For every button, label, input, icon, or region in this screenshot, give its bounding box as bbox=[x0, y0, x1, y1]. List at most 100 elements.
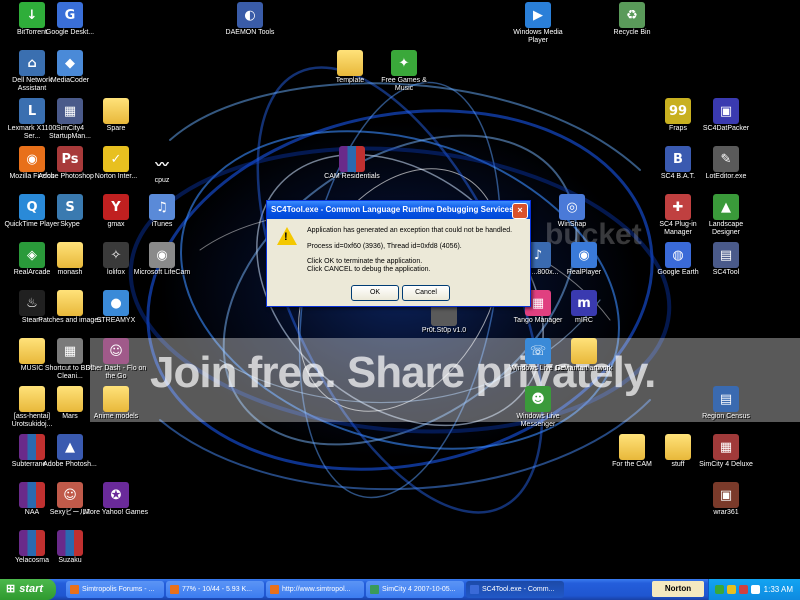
clock: 1:33 AM bbox=[763, 585, 793, 594]
desktop-icon-label: Deviantart artwork bbox=[555, 365, 613, 372]
desktop-icon[interactable]: Suzaku bbox=[38, 530, 102, 565]
desktop-icon[interactable]: ▦ SimCity 4 Deluxe bbox=[694, 434, 758, 469]
landscape-icon: ▲ bbox=[713, 194, 739, 220]
desktop-icon[interactable]: ● STREAMYX bbox=[84, 290, 148, 325]
folder-icon bbox=[665, 434, 691, 460]
taskbar-button[interactable]: 77% - 10/44 - 5.93 K... bbox=[166, 581, 264, 598]
desktop-icon-label: Windows Live Messenger bbox=[516, 413, 560, 428]
desktop-icon[interactable]: ✎ LotEditor.exe bbox=[694, 146, 758, 181]
desktop-icon-label: RealPlayer bbox=[566, 269, 602, 276]
desktop-icon-label: MediaCoder bbox=[50, 77, 90, 84]
taskbar-button[interactable]: SC4Tool.exe - Comm... bbox=[466, 581, 564, 598]
desktop-icon-label: Anime models bbox=[93, 413, 139, 420]
desktop-icon[interactable]: ▣ SC4DatPacker bbox=[694, 98, 758, 133]
sexy-icon: ☺ bbox=[57, 482, 83, 508]
start-label: start bbox=[19, 583, 44, 595]
system-tray: 1:33 AM bbox=[708, 579, 800, 600]
desktop-icon[interactable]: ♻ Recycle Bin bbox=[600, 2, 664, 37]
desktop-icon[interactable]: ✪ More Yahoo! Games bbox=[84, 482, 148, 517]
desktop-icon-label: SimCity 4 Deluxe bbox=[699, 461, 753, 468]
desktop-icon-label: cpuz bbox=[154, 177, 170, 184]
taskbar-button-label: 77% - 10/44 - 5.93 K... bbox=[182, 586, 253, 593]
close-icon[interactable]: × bbox=[512, 203, 528, 219]
tray-messenger-icon[interactable] bbox=[715, 585, 724, 594]
start-button[interactable]: ⊞ start bbox=[0, 579, 56, 600]
desktop-icon[interactable]: 〰 cpuz bbox=[130, 150, 194, 185]
folder-icon bbox=[103, 98, 129, 124]
desktop-icon[interactable]: m mIRC bbox=[552, 290, 616, 325]
ok-button[interactable]: OK bbox=[351, 285, 399, 301]
desktop-icon-label: Diner Dash - Flo on the Go bbox=[85, 365, 147, 380]
desktop-icon-label: Suzaku bbox=[58, 557, 82, 564]
folder-icon bbox=[103, 386, 129, 412]
region-census-icon: ▤ bbox=[713, 386, 739, 412]
dialog-titlebar[interactable]: SC4Tool.exe - Common Language Runtime De… bbox=[267, 201, 530, 219]
realplayer-icon: ◉ bbox=[571, 242, 597, 268]
desktop-icon[interactable]: ◎ WinSnap bbox=[540, 194, 604, 229]
desktop-icon-label: iTunes bbox=[151, 221, 173, 228]
tray-norton-icon[interactable] bbox=[727, 585, 736, 594]
cancel-button[interactable]: Cancel bbox=[402, 285, 450, 301]
desktop-icon-label: More Yahoo! Games bbox=[84, 509, 148, 516]
taskbar-button-label: http://www.simtropol... bbox=[282, 586, 351, 593]
dialog-ok-instruction: Click OK to terminate the application. bbox=[307, 258, 423, 265]
winrar-icon bbox=[57, 530, 83, 556]
desktop-icon[interactable]: Anime models bbox=[84, 386, 148, 421]
desktop-icon[interactable]: ▤ SC4Tool bbox=[694, 242, 758, 277]
google-earth-icon: ◍ bbox=[665, 242, 691, 268]
yahoo-games-icon: ✪ bbox=[103, 482, 129, 508]
desktop-icon[interactable]: ◆ MediaCoder bbox=[38, 50, 102, 85]
folder-icon bbox=[337, 50, 363, 76]
messenger-icon: ☻ bbox=[525, 386, 551, 412]
taskbar-app-icon bbox=[270, 584, 279, 594]
desktop-icon[interactable]: Spare bbox=[84, 98, 148, 133]
taskbar-button[interactable]: Simtropolis Forums - ... bbox=[66, 581, 164, 598]
desktop-icon[interactable]: CAM Residentials bbox=[320, 146, 384, 181]
desktop-icon-label: SC4DatPacker bbox=[702, 125, 750, 132]
media-player-icon: ▶ bbox=[525, 2, 551, 28]
desktop-icon[interactable]: Deviantart artwork bbox=[552, 338, 616, 373]
mirc-icon: m bbox=[571, 290, 597, 316]
gift-icon: ✦ bbox=[391, 50, 417, 76]
taskbar-button[interactable]: SimCity 4 2007-10-05... bbox=[366, 581, 464, 598]
sc4datpacker-icon: ▣ bbox=[713, 98, 739, 124]
desktop-icon[interactable]: ♫ iTunes bbox=[130, 194, 194, 229]
desktop-icon[interactable]: ▤ Region Census bbox=[694, 386, 758, 421]
desktop-icon[interactable]: ▣ wrar361 bbox=[694, 482, 758, 517]
norton-icon: ✓ bbox=[103, 146, 129, 172]
diner-dash-icon: ☺ bbox=[103, 338, 129, 364]
tray-volume-icon[interactable] bbox=[751, 585, 760, 594]
sc4bat-icon: B bbox=[665, 146, 691, 172]
desktop-icon[interactable]: ▶ Windows Media Player bbox=[506, 2, 570, 45]
desktop-icon[interactable]: ◉ Microsoft LifeCam bbox=[130, 242, 194, 277]
desktop-icon[interactable]: G Google Deskt... bbox=[38, 2, 102, 37]
norton-button[interactable]: Norton bbox=[652, 581, 704, 597]
error-dialog: SC4Tool.exe - Common Language Runtime De… bbox=[266, 200, 531, 307]
desktop-icon-label: Pr0t.St0p v1.0 bbox=[421, 327, 467, 334]
desktop-icon[interactable]: ◉ RealPlayer bbox=[552, 242, 616, 277]
warning-mark: ! bbox=[284, 231, 288, 243]
desktop-icon[interactable]: ☺ Diner Dash - Flo on the Go bbox=[84, 338, 148, 381]
cpuz-icon: 〰 bbox=[149, 150, 175, 176]
desktop-icon-label: CAM Residentials bbox=[324, 173, 380, 180]
loteditor-icon: ✎ bbox=[713, 146, 739, 172]
desktop-icon-label: Landscape Designer bbox=[708, 221, 744, 236]
desktop-icon-label: WinSnap bbox=[557, 221, 587, 228]
windows-flag-icon: ⊞ bbox=[6, 583, 16, 595]
desktop-icon-label: Windows Media Player bbox=[513, 29, 563, 44]
mediacoder-icon: ◆ bbox=[57, 50, 83, 76]
folder-icon bbox=[57, 242, 83, 268]
simcity-icon: ▦ bbox=[57, 98, 83, 124]
taskbar-button-label: Simtropolis Forums - ... bbox=[82, 586, 155, 593]
plugin-manager-icon: ✚ bbox=[665, 194, 691, 220]
desktop-icon[interactable]: ▲ Landscape Designer bbox=[694, 194, 758, 237]
desktop-icon-label: LotEditor.exe bbox=[705, 173, 747, 180]
tray-alert-icon[interactable] bbox=[739, 585, 748, 594]
taskbar-button[interactable]: http://www.simtropol... bbox=[266, 581, 364, 598]
desktop-icon[interactable]: ◐ DAEMON Tools bbox=[218, 2, 282, 37]
desktop-icon[interactable]: ✦ Free Games & Music bbox=[372, 50, 436, 93]
desktop-icon[interactable]: ▲ Adobe Photosh... bbox=[38, 434, 102, 469]
desktop-icon[interactable]: ☻ Windows Live Messenger bbox=[506, 386, 570, 429]
photoshop-icon: ▲ bbox=[57, 434, 83, 460]
desktop-icon-label: Recycle Bin bbox=[613, 29, 651, 36]
